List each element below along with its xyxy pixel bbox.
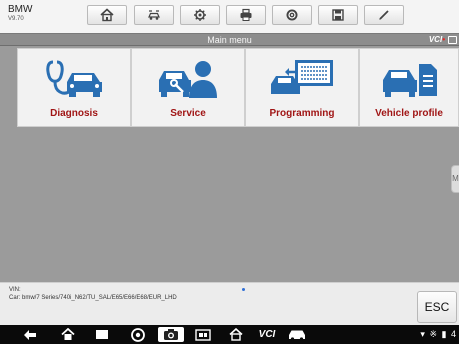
- main-menu-grid: Diagnosis Service Programming Vehicle pr…: [17, 48, 459, 127]
- tile-vehicle-profile[interactable]: Vehicle profile: [359, 48, 459, 127]
- tile-label: Diagnosis: [50, 108, 98, 119]
- vehicle-info-bar: VIN: Car: bmw/7 Series/740i_N62/TU_SAL/E…: [0, 282, 459, 325]
- side-pull-tab[interactable]: M: [451, 165, 459, 193]
- recents-button[interactable]: [92, 327, 112, 342]
- app-home-button[interactable]: [226, 327, 246, 342]
- home-button[interactable]: [87, 5, 127, 25]
- app-window: BMW V9.70 Main menu VCI• Diagnosis Servi…: [0, 0, 459, 344]
- vehicle-shortcut-button[interactable]: [286, 327, 308, 342]
- printer-icon: [240, 8, 252, 21]
- wifi-icon: ▾: [420, 329, 426, 339]
- vehicle-profile-icon: [383, 64, 437, 97]
- battery-text: 4: [450, 329, 457, 339]
- help-button[interactable]: [272, 5, 312, 25]
- vci-link-indicator-icon: •: [442, 35, 445, 44]
- home-outline-icon: [229, 328, 243, 341]
- back-button[interactable]: [20, 327, 40, 342]
- vci-status: VCI•: [429, 35, 445, 45]
- save-button[interactable]: [318, 5, 358, 25]
- help-icon: [286, 9, 298, 21]
- tile-service[interactable]: Service: [131, 48, 245, 127]
- vci-shortcut-button[interactable]: VCI: [254, 327, 280, 342]
- home-icon: [100, 8, 114, 22]
- bluetooth-icon: ※: [429, 329, 438, 339]
- back-arrow-icon: [24, 329, 36, 340]
- vehicle-tools-button[interactable]: [134, 5, 174, 25]
- tile-label: Vehicle profile: [375, 108, 443, 119]
- connection-icon: [448, 36, 457, 44]
- recents-icon: [96, 330, 108, 339]
- tile-label: Service: [170, 108, 206, 119]
- house-icon: [61, 328, 75, 340]
- title-bar: Main menu VCI•: [0, 33, 459, 46]
- pen-icon: [379, 10, 389, 20]
- car-path: Car: bmw/7 Series/740i_N62/TU_SAL/E65/E6…: [9, 295, 177, 301]
- annotate-button[interactable]: [364, 5, 404, 25]
- screenshot-button[interactable]: [158, 327, 184, 342]
- vci-shortcut-label: VCI: [258, 329, 276, 340]
- app-version: V9.70: [8, 16, 24, 22]
- gear-icon: [194, 9, 206, 21]
- browser-icon: [131, 327, 145, 342]
- page-indicator-dot: [242, 288, 245, 291]
- vci-label: VCI: [428, 35, 443, 44]
- system-nav-bar: VCI ▾ ※ ▮ 4: [0, 325, 459, 344]
- tile-label: Programming: [269, 108, 335, 119]
- brand-name: BMW: [8, 4, 33, 15]
- tile-diagnosis[interactable]: Diagnosis: [17, 48, 131, 127]
- car-icon: [289, 330, 305, 341]
- battery-icon: ▮: [441, 329, 448, 339]
- screen-mirror-icon: [195, 328, 211, 341]
- programming-car-icon: [271, 60, 333, 94]
- print-button[interactable]: [226, 5, 266, 25]
- save-icon: [332, 9, 344, 21]
- vin-label: VIN:: [9, 287, 21, 293]
- page-title: Main menu: [207, 35, 252, 45]
- esc-button[interactable]: ESC: [417, 291, 457, 323]
- home-nav-button[interactable]: [58, 327, 78, 342]
- status-area: ▾ ※ ▮ 4: [420, 328, 457, 341]
- tile-programming[interactable]: Programming: [245, 48, 359, 127]
- car-wrench-icon: [148, 10, 160, 20]
- browser-button[interactable]: [128, 327, 148, 342]
- camera-icon: [164, 329, 178, 340]
- settings-button[interactable]: [180, 5, 220, 25]
- screen-mirror-button[interactable]: [192, 327, 214, 342]
- brand-block: BMW V9.70: [8, 4, 32, 23]
- stethoscope-car-icon: [46, 60, 102, 97]
- top-toolbar: BMW V9.70: [0, 0, 459, 33]
- service-technician-icon: [159, 61, 217, 98]
